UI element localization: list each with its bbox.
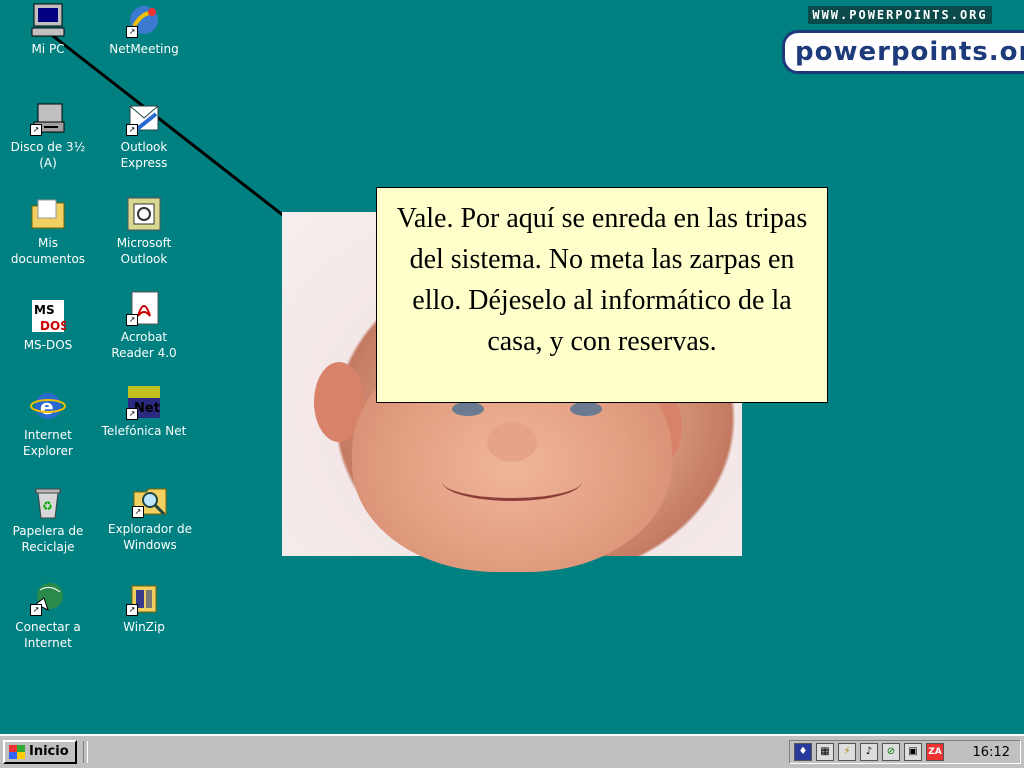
shortcut-arrow-icon: ↗	[126, 124, 138, 136]
callout-text: Vale. Por aquí se enreda en las tripas d…	[396, 203, 808, 357]
svg-text:♻: ♻	[42, 499, 53, 513]
my-computer-icon	[30, 2, 66, 38]
windows-explorer-icon: ↗	[132, 482, 168, 518]
netmeeting-icon: ↗	[126, 2, 162, 38]
desktop-icon-label: Explorador de Windows	[108, 522, 192, 552]
desktop-icon-telefonica-net[interactable]: Net ↗ Telefónica Net	[96, 384, 192, 439]
desktop-icon-internet-explorer[interactable]: e Internet Explorer	[0, 388, 96, 459]
acrobat-reader-icon: ↗	[126, 290, 162, 326]
calendar-icon[interactable]: ▦	[816, 743, 834, 761]
outlook-express-icon: ↗	[126, 100, 162, 136]
shortcut-arrow-icon: ↗	[30, 604, 42, 616]
desktop-icon-label: MS-DOS	[23, 338, 73, 352]
connect-internet-icon: ↗	[30, 580, 66, 616]
svg-text:DOS: DOS	[40, 319, 66, 333]
desktop-icon-mi-pc[interactable]: Mi PC	[0, 2, 96, 57]
microsoft-outlook-icon	[126, 196, 162, 232]
winzip-icon: ↗	[126, 580, 162, 616]
desktop-icon-outlook-express[interactable]: ↗ Outlook Express	[96, 100, 192, 171]
baby-eye-left	[452, 402, 484, 416]
start-button-label: Inicio	[29, 744, 69, 759]
shortcut-arrow-icon: ↗	[126, 314, 138, 326]
shortcut-arrow-icon: ↗	[126, 604, 138, 616]
desktop-icon-label: Mi PC	[31, 42, 65, 56]
svg-text:e: e	[40, 395, 54, 419]
brand-url: WWW.POWERPOINTS.ORG	[808, 6, 992, 24]
taskbar-separator	[83, 741, 88, 763]
desktop-icon-label: WinZip	[123, 620, 165, 634]
speaker-icon[interactable]: ♪	[860, 743, 878, 761]
desktop-icon-label: Disco de 3½ (A)	[10, 140, 86, 170]
za-icon[interactable]: ZA	[926, 743, 944, 761]
floppy-drive-icon: ↗	[30, 100, 66, 136]
shortcut-arrow-icon: ↗	[132, 506, 144, 518]
desktop-icon-label: Acrobat Reader 4.0	[111, 330, 177, 360]
desktop-icon-acrobat[interactable]: ↗ Acrobat Reader 4.0	[96, 290, 192, 361]
callout-box: Vale. Por aquí se enreda en las tripas d…	[376, 187, 828, 403]
desktop-icon-label: Papelera de Reciclaje	[12, 524, 84, 554]
system-tray: ♦ ▦ ⚡ ♪ ⊘ ▣ ZA 16:12	[789, 740, 1021, 764]
desktop-icon-label: Telefónica Net	[101, 424, 187, 438]
desktop-icon-disco[interactable]: ↗ Disco de 3½ (A)	[0, 100, 96, 171]
powerpoints-brand: WWW.POWERPOINTS.ORG powerpoints.org	[782, 4, 1024, 74]
shortcut-arrow-icon: ↗	[126, 408, 138, 420]
monitor-icon[interactable]: ▣	[904, 743, 922, 761]
desktop-icon-winzip[interactable]: ↗ WinZip	[96, 580, 192, 635]
baby-nose	[487, 422, 537, 462]
shortcut-arrow-icon: ↗	[126, 26, 138, 38]
recycle-bin-icon: ♻	[30, 484, 66, 520]
desktop-icon-label: Microsoft Outlook	[116, 236, 172, 266]
desktop-icon-explorador[interactable]: ↗ Explorador de Windows	[102, 482, 198, 553]
taskbar: Inicio ♦ ▦ ⚡ ♪ ⊘ ▣ ZA 16:12	[0, 734, 1024, 768]
desktop-icon-label: Mis documentos	[10, 236, 86, 266]
baby-eye-right	[570, 402, 602, 416]
telefonica-net-icon: Net ↗	[126, 384, 162, 420]
brand-logo: powerpoints.org	[782, 30, 1024, 74]
shield-icon[interactable]: ♦	[794, 743, 812, 761]
desktop-icon-ms-dos[interactable]: MS DOS MS-DOS	[0, 298, 96, 353]
desktop-icon-label: Conectar a Internet	[15, 620, 81, 650]
windows-logo-icon	[9, 745, 25, 759]
taskbar-clock[interactable]: 16:12	[973, 745, 1010, 761]
desktop-icon-netmeeting[interactable]: ↗ NetMeeting	[96, 2, 192, 57]
desktop-icon-label: NetMeeting	[109, 42, 179, 56]
my-documents-icon	[30, 196, 66, 232]
desktop-icon-papelera[interactable]: ♻ Papelera de Reciclaje	[0, 484, 96, 555]
desktop-icon-label: Outlook Express	[120, 140, 168, 170]
ms-dos-icon: MS DOS	[30, 298, 69, 334]
desktop-icon-label: Internet Explorer	[23, 428, 73, 458]
desktop-icon-conectar-internet[interactable]: ↗ Conectar a Internet	[0, 580, 96, 651]
network-icon[interactable]: ⊘	[882, 743, 900, 761]
shortcut-arrow-icon: ↗	[30, 124, 42, 136]
desktop-icon-microsoft-outlook[interactable]: Microsoft Outlook	[96, 196, 192, 267]
power-icon[interactable]: ⚡	[838, 743, 856, 761]
start-button[interactable]: Inicio	[3, 740, 77, 764]
svg-text:MS: MS	[34, 303, 55, 317]
internet-explorer-icon: e	[30, 388, 66, 424]
desktop-icon-mis-documentos[interactable]: Mis documentos	[0, 196, 96, 267]
baby-mouth	[442, 462, 582, 501]
